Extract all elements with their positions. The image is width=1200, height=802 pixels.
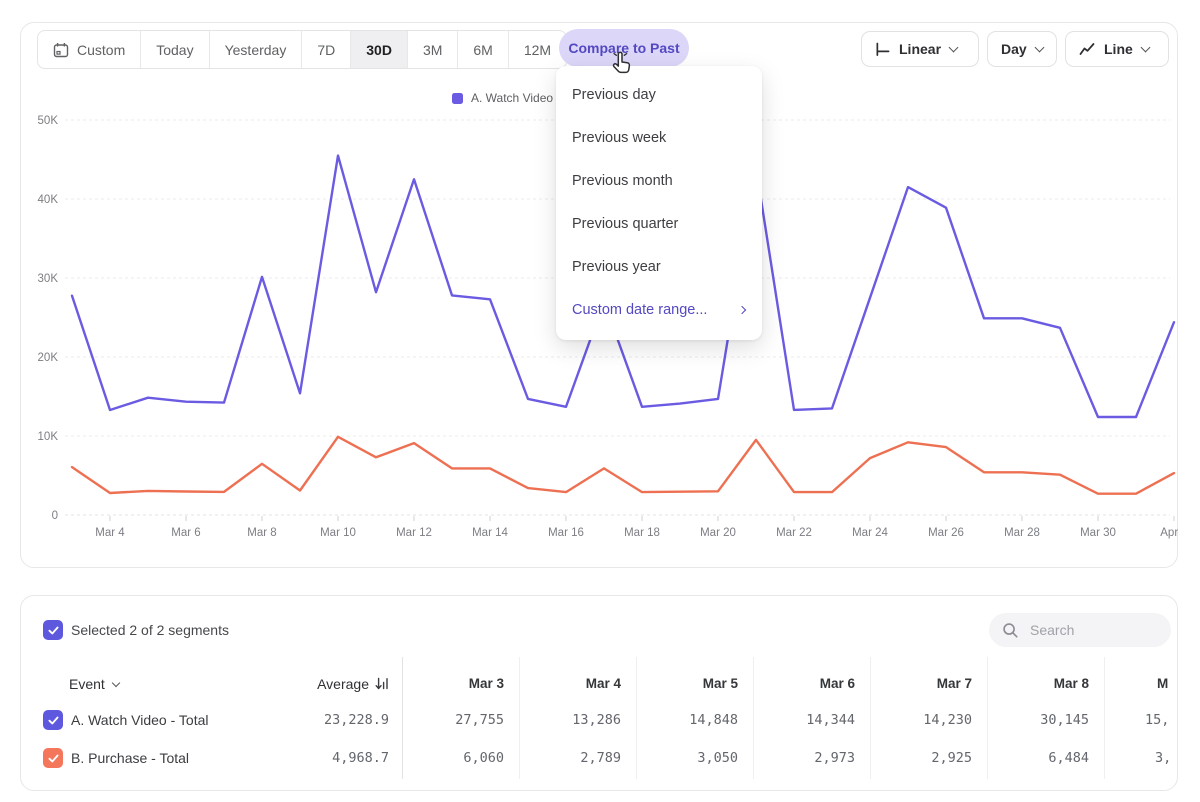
row-b-cell: 2,925	[870, 739, 972, 777]
day-column-header[interactable]: Mar 6	[753, 666, 855, 702]
checkmark-icon	[47, 752, 60, 765]
row-b-cell: 6,484	[987, 739, 1089, 777]
x-axis-label: Mar 6	[171, 527, 200, 539]
x-axis-label: Mar 18	[624, 527, 660, 539]
search-icon	[1002, 622, 1019, 639]
day-column-header-clipped[interactable]: M	[1157, 666, 1178, 702]
legend-swatch-a	[452, 93, 463, 104]
x-axis-label: Mar 28	[1004, 527, 1040, 539]
average-column-header[interactable]: Average	[221, 666, 389, 702]
search-input[interactable]	[1028, 621, 1152, 639]
checkmark-icon	[47, 714, 60, 727]
menu-item-custom-date-range[interactable]: Custom date range...	[556, 289, 762, 332]
row-b-average: 4,968.7	[221, 739, 389, 777]
x-axis-label: Mar 10	[320, 527, 356, 539]
day-column-header[interactable]: Mar 3	[402, 666, 504, 702]
row-b-cell: 2,789	[519, 739, 621, 777]
day-column-header[interactable]: Mar 4	[519, 666, 621, 702]
analytics-report-page: Custom Today Yesterday 7D 30D 3M 6M 12M …	[0, 0, 1200, 802]
row-a-cell: 27,755	[402, 701, 504, 739]
x-axis-label: Mar 8	[247, 527, 276, 539]
row-b-label: B. Purchase - Total	[71, 739, 189, 777]
row-a-cell-clipped: 15,	[1145, 701, 1178, 739]
sort-descending-icon	[375, 677, 389, 691]
y-axis-label: 40K	[38, 194, 59, 206]
menu-item-previous-day[interactable]: Previous day	[556, 74, 762, 117]
x-axis-label: Mar 24	[852, 527, 888, 539]
day-column-header[interactable]: Mar 8	[987, 666, 1089, 702]
row-a-cell: 14,230	[870, 701, 972, 739]
row-b-checkbox[interactable]	[43, 748, 63, 768]
chevron-right-icon	[738, 306, 746, 314]
x-axis-label: Mar 20	[700, 527, 736, 539]
row-b-cell: 6,060	[402, 739, 504, 777]
row-a-label: A. Watch Video - Total	[71, 701, 208, 739]
menu-item-previous-quarter[interactable]: Previous quarter	[556, 203, 762, 246]
row-a-average: 23,228.9	[221, 701, 389, 739]
y-axis-label: 30K	[38, 273, 59, 285]
y-axis-label: 50K	[38, 115, 59, 127]
x-axis-label: Mar 30	[1080, 527, 1116, 539]
day-column-header[interactable]: Mar 5	[636, 666, 738, 702]
y-axis-label: 20K	[38, 352, 59, 364]
row-a-cell: 13,286	[519, 701, 621, 739]
select-all-checkbox[interactable]	[43, 620, 63, 640]
row-a-cell: 30,145	[987, 701, 1089, 739]
x-axis-label: Mar 4	[95, 527, 125, 539]
column-separator	[1104, 657, 1105, 779]
x-axis-label: Mar 14	[472, 527, 508, 539]
x-axis-label: Mar 16	[548, 527, 584, 539]
row-b-cell-clipped: 3,	[1155, 739, 1178, 777]
event-column-header[interactable]: Event	[69, 666, 119, 702]
x-axis-label: Mar 22	[776, 527, 812, 539]
row-a-cell: 14,344	[753, 701, 855, 739]
row-a-checkbox[interactable]	[43, 710, 63, 730]
menu-item-previous-month[interactable]: Previous month	[556, 160, 762, 203]
row-a-cell: 14,848	[636, 701, 738, 739]
search-box[interactable]	[989, 613, 1171, 647]
y-axis-label: 10K	[38, 431, 59, 443]
x-axis-label: Mar 12	[396, 527, 432, 539]
series-line-b[interactable]	[72, 437, 1174, 494]
compare-to-past-menu: Previous day Previous week Previous mont…	[556, 66, 762, 340]
chevron-down-icon	[112, 679, 120, 687]
segments-card: Selected 2 of 2 segments Event Average	[20, 595, 1178, 791]
menu-item-previous-week[interactable]: Previous week	[556, 117, 762, 160]
row-b-cell: 2,973	[753, 739, 855, 777]
y-axis-label: 0	[52, 510, 58, 522]
row-b-cell: 3,050	[636, 739, 738, 777]
checkmark-icon	[47, 624, 60, 637]
x-axis-label: Mar 26	[928, 527, 964, 539]
menu-item-previous-year[interactable]: Previous year	[556, 246, 762, 289]
day-column-header[interactable]: Mar 7	[870, 666, 972, 702]
x-axis-label: Apr 1	[1160, 527, 1178, 539]
selected-segments-summary: Selected 2 of 2 segments	[71, 622, 229, 638]
